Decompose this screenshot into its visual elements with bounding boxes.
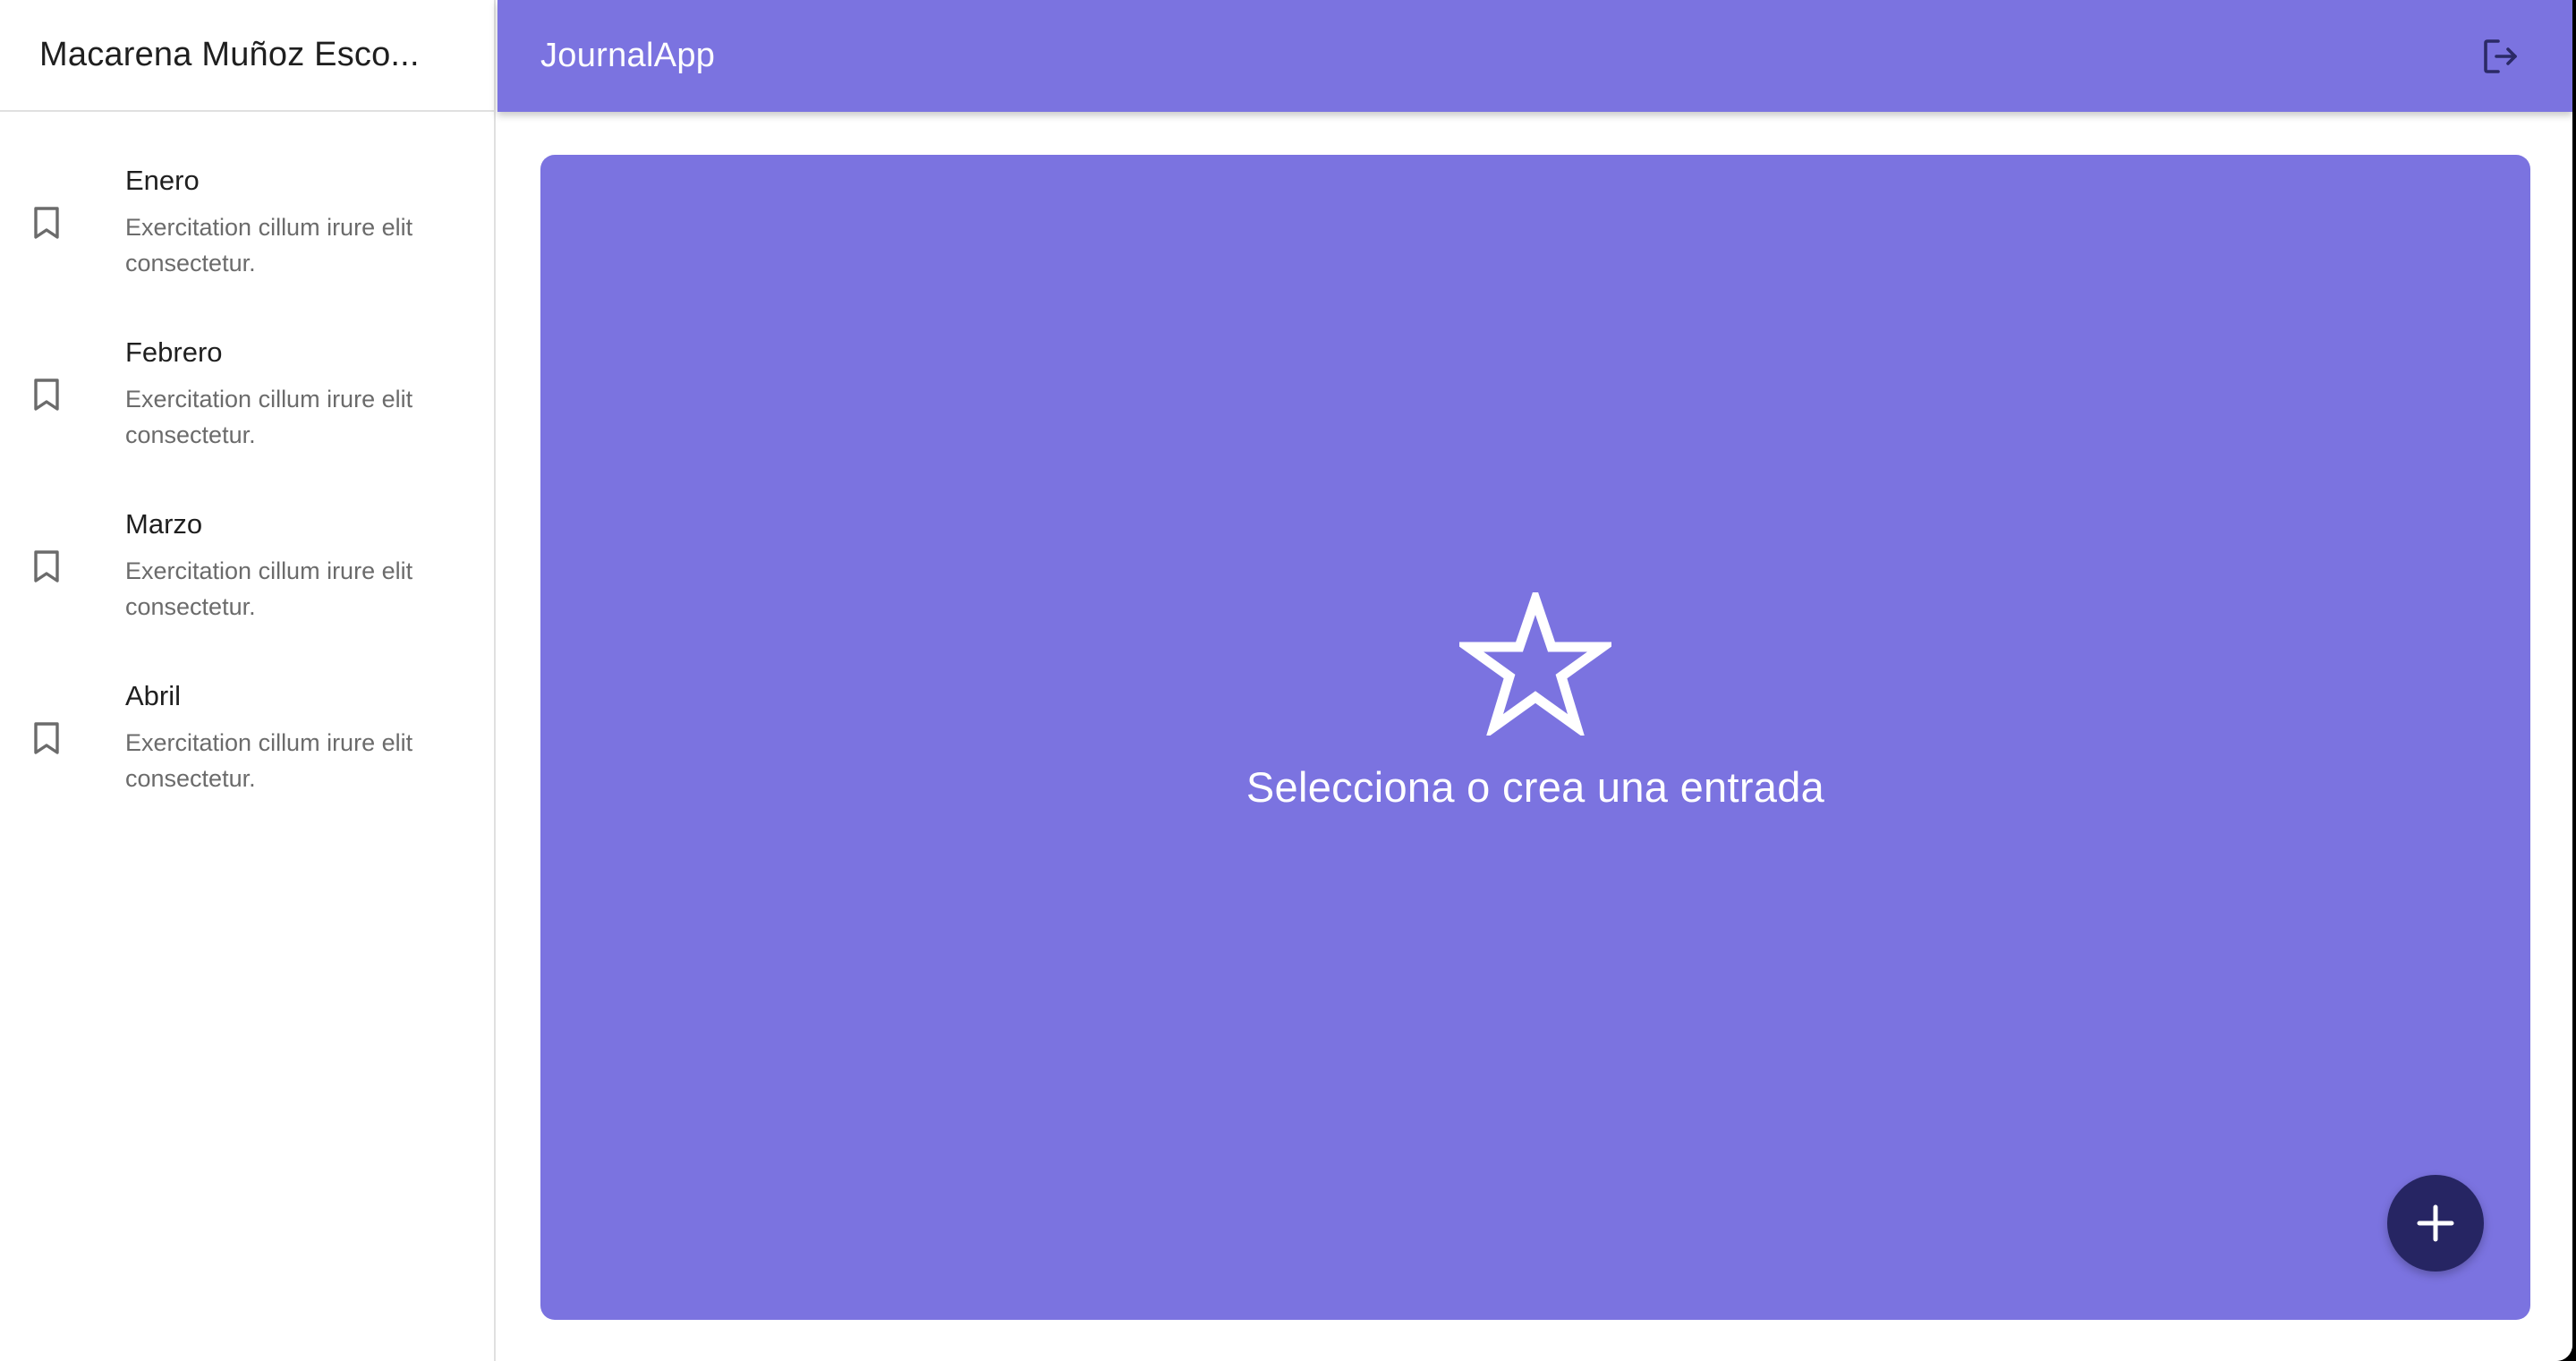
sidebar-header: Macarena Muñoz Esco... [0,0,494,112]
app-title: JournalApp [540,37,716,74]
bookmark-icon [30,720,63,756]
entry-body: Exercitation cillum irure elit consectet… [125,214,413,276]
add-entry-button[interactable] [2387,1175,2484,1272]
plus-icon [2417,1204,2454,1242]
entry-text: Enero Exercitation cillum irure elit con… [125,165,483,281]
nothing-selected-view: Selecciona o crea una entrada [540,155,2530,1320]
entry-body: Exercitation cillum irure elit consectet… [125,386,413,448]
entry-item-abril[interactable]: Abril Exercitation cillum irure elit con… [0,652,494,824]
entry-body: Exercitation cillum irure elit consectet… [125,557,413,620]
bookmark-icon [30,377,63,413]
entry-body: Exercitation cillum irure elit consectet… [125,729,413,792]
entry-title: Febrero [125,336,223,368]
entry-text: Abril Exercitation cillum irure elit con… [125,680,483,796]
main-content: Selecciona o crea una entrada [497,112,2572,1361]
logout-button[interactable] [2472,28,2529,85]
bookmark-icon [30,549,63,584]
entry-title: Abril [125,680,182,711]
entry-text: Febrero Exercitation cillum irure elit c… [125,336,483,453]
star-outline-icon [1452,583,1619,739]
app-bar: JournalApp [497,0,2572,112]
entry-text: Marzo Exercitation cillum irure elit con… [125,508,483,625]
entry-title: Marzo [125,508,203,540]
entry-item-enero[interactable]: Enero Exercitation cillum irure elit con… [0,137,494,309]
entry-item-marzo[interactable]: Marzo Exercitation cillum irure elit con… [0,481,494,652]
sidebar: Macarena Muñoz Esco... Enero Exercitatio… [0,0,496,1361]
user-name: Macarena Muñoz Esco... [39,36,420,73]
entry-item-febrero[interactable]: Febrero Exercitation cillum irure elit c… [0,309,494,481]
empty-state-message: Selecciona o crea una entrada [1245,762,1825,811]
entry-list: Enero Exercitation cillum irure elit con… [0,112,494,824]
app-window: Macarena Muñoz Esco... Enero Exercitatio… [0,0,2572,1361]
logout-icon [2484,38,2517,73]
bookmark-icon [30,205,63,241]
entry-title: Enero [125,165,200,196]
